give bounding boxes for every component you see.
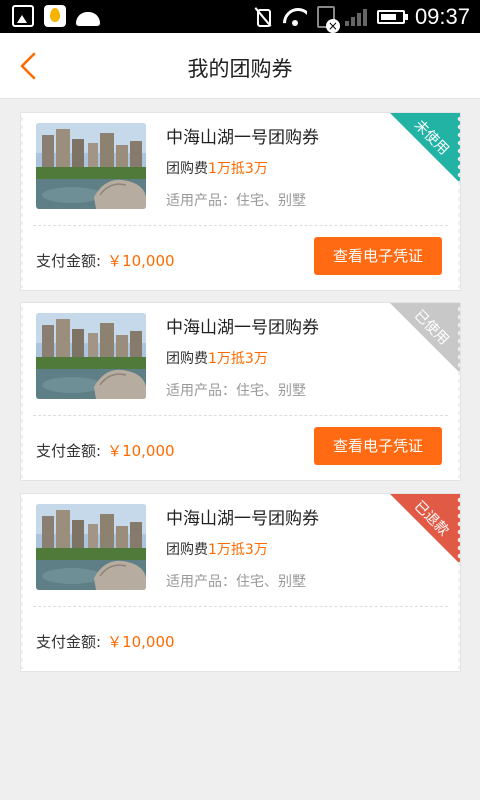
- clock: 09:37: [414, 4, 470, 29]
- pay-label: 支付金额:: [36, 633, 102, 651]
- coupon-thumbnail: [36, 504, 146, 590]
- status-badge: 已使用: [390, 303, 460, 373]
- card-divider: [33, 606, 448, 607]
- price-label: 团购费: [166, 351, 208, 367]
- pay-label: 支付金额:: [36, 252, 102, 270]
- pay-row: 支付金额: ￥10,000: [36, 440, 175, 461]
- price-label: 团购费: [166, 161, 208, 177]
- pay-row: 支付金额: ￥10,000: [36, 631, 175, 652]
- pay-amount: ￥10,000: [107, 442, 175, 460]
- pay-label: 支付金额:: [36, 442, 102, 460]
- battery-icon: [376, 10, 408, 24]
- wifi-icon: [283, 8, 307, 26]
- pay-amount: ￥10,000: [107, 252, 175, 270]
- maps-icon: [44, 5, 66, 27]
- coupon-thumbnail: [36, 123, 146, 209]
- coupon-thumbnail: [36, 313, 146, 399]
- price-value: 1万抵3万: [208, 542, 268, 558]
- coupon-price: 团购费1万抵3万: [166, 539, 268, 559]
- coupon-products: 适用产品：住宅、别墅: [166, 383, 306, 399]
- sim-icon: [316, 6, 340, 33]
- android-icon: [76, 12, 100, 26]
- coupon-products: 适用产品：住宅、别墅: [166, 193, 306, 209]
- view-voucher-button[interactable]: 查看电子凭证: [314, 237, 442, 275]
- coupon-price: 团购费1万抵3万: [166, 348, 268, 368]
- status-badge: 已退款: [390, 494, 460, 564]
- view-voucher-button[interactable]: 查看电子凭证: [314, 427, 442, 465]
- coupon-title: 中海山湖一号团购券: [166, 509, 319, 529]
- image-icon: [12, 5, 34, 27]
- mute-icon: [253, 7, 273, 27]
- app-header: 我的团购券: [0, 33, 480, 99]
- pay-amount: ￥10,000: [107, 633, 175, 651]
- coupon-card[interactable]: 中海山湖一号团购券 团购费1万抵3万 适用产品：住宅、别墅 支付金额: ￥10,0…: [20, 112, 461, 291]
- page-title: 我的团购券: [187, 57, 293, 81]
- coupon-title: 中海山湖一号团购券: [166, 318, 319, 338]
- coupon-price: 团购费1万抵3万: [166, 158, 268, 178]
- status-badge: 未使用: [390, 113, 460, 183]
- coupon-card[interactable]: 中海山湖一号团购券 团购费1万抵3万 适用产品：住宅、别墅 支付金额: ￥10,0…: [20, 493, 461, 672]
- pay-row: 支付金额: ￥10,000: [36, 250, 175, 271]
- coupon-card[interactable]: 中海山湖一号团购券 团购费1万抵3万 适用产品：住宅、别墅 支付金额: ￥10,0…: [20, 302, 461, 481]
- status-bar: 09:37: [0, 0, 480, 33]
- card-divider: [33, 225, 448, 226]
- coupon-title: 中海山湖一号团购券: [166, 128, 319, 148]
- coupon-products: 适用产品：住宅、别墅: [166, 574, 306, 590]
- card-divider: [33, 415, 448, 416]
- price-value: 1万抵3万: [208, 161, 268, 177]
- price-value: 1万抵3万: [208, 351, 268, 367]
- signal-icon: [344, 8, 367, 26]
- price-label: 团购费: [166, 542, 208, 558]
